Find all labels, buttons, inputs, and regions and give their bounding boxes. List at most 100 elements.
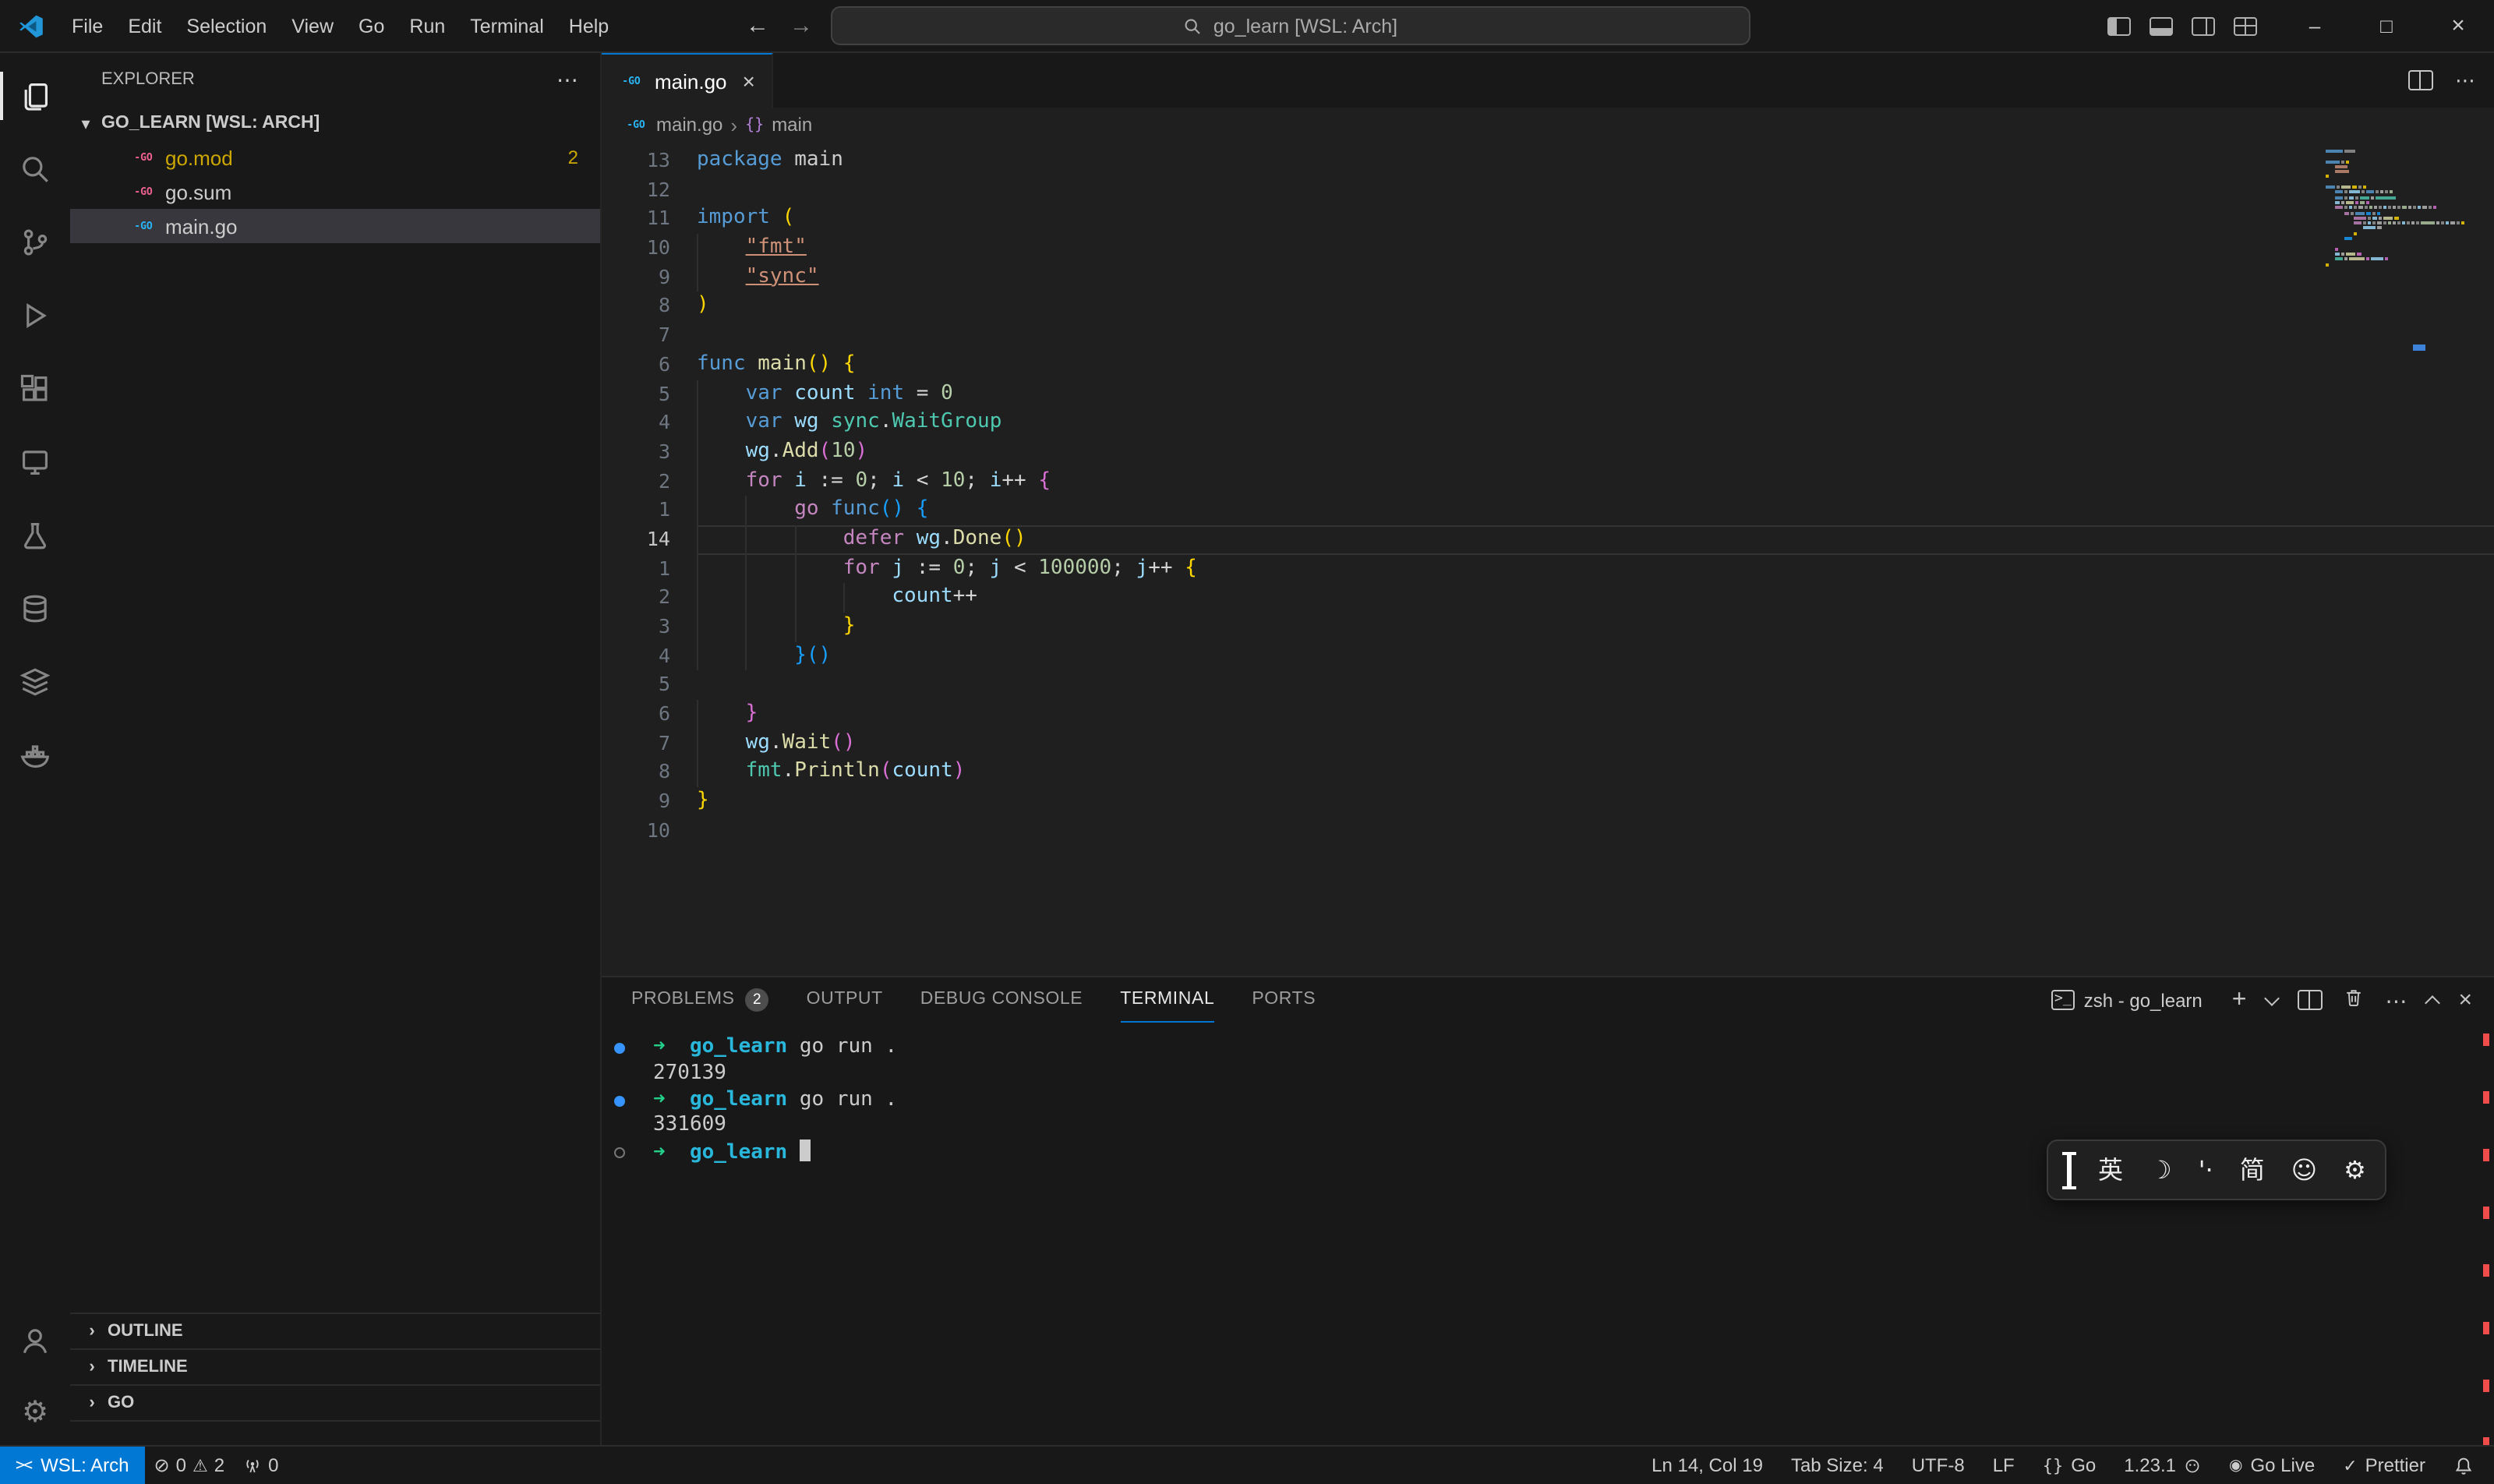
tab-main-go[interactable]: -GO main.go × [602,53,774,108]
tab-close-icon[interactable]: × [743,69,755,94]
terminal-dropdown-icon[interactable] [2265,990,2280,1005]
maximize-button[interactable]: □ [2351,0,2422,51]
search-sidebar-icon[interactable] [0,132,70,206]
customize-layout-icon[interactable] [2224,0,2266,51]
code-line[interactable]: 7wg.Wait() [602,730,2494,758]
cursor-position[interactable]: Ln 14, Col 19 [1644,1454,1771,1476]
code-line[interactable]: 12 [602,175,2494,204]
code-line[interactable]: 3} [602,613,2494,641]
forward-icon[interactable]: → [787,12,815,39]
back-icon[interactable]: ← [744,12,772,39]
panel-tab-debug-console[interactable]: DEBUG CONSOLE [920,977,1083,1023]
breadcrumb-file[interactable]: main.go [656,114,722,136]
code-line[interactable]: 14defer wg.Done() [602,525,2494,554]
code-line[interactable]: 1go func() { [602,496,2494,525]
encoding[interactable]: UTF-8 [1904,1454,1973,1476]
ime-emoji-icon[interactable]: ☺ [2291,1157,2317,1182]
command-center-search[interactable]: go_learn [WSL: Arch] [831,6,1750,45]
command-decoration-icon[interactable] [614,1043,625,1054]
command-decoration-icon[interactable] [614,1095,625,1106]
ime-fullwidth-icon[interactable]: ☽ [2150,1157,2172,1182]
sidebar-section-go[interactable]: ›GO [70,1384,600,1420]
sidebar-section-outline[interactable]: ›OUTLINE [70,1313,600,1348]
code-line[interactable]: 4}() [602,641,2494,670]
breadcrumb-symbol[interactable]: main [772,114,812,136]
source-control-icon[interactable] [0,206,70,279]
file-row-go.mod[interactable]: -GOgo.mod2 [70,140,600,175]
notifications-bell[interactable] [2446,1455,2482,1475]
kill-terminal-icon[interactable] [2343,987,2365,1013]
code-line[interactable]: 5var count int = 0 [602,380,2494,408]
sidebar-section-timeline[interactable]: ›TIMELINE [70,1348,600,1384]
code-line[interactable]: 8fmt.Println(count) [602,758,2494,787]
split-editor-icon[interactable] [2408,70,2433,90]
eol-sequence[interactable]: LF [1985,1454,2022,1476]
ime-lang-icon[interactable]: 英 [2098,1157,2123,1182]
workspace-root-folder[interactable]: ▾ GO_LEARN [WSL: ARCH] [70,106,600,140]
remote-indicator[interactable]: >< WSL: Arch [0,1447,144,1484]
new-terminal-icon[interactable]: + [2232,988,2247,1012]
code-line[interactable]: 2for i := 0; i < 10; i++ { [602,467,2494,496]
code-line[interactable]: 2count++ [602,584,2494,613]
indentation[interactable]: Tab Size: 4 [1783,1454,1892,1476]
layers-icon[interactable] [0,645,70,719]
code-line[interactable]: 8) [602,292,2494,321]
ports-status[interactable]: 0 [234,1447,288,1484]
command-pending-decoration-icon[interactable] [614,1147,625,1158]
code-line[interactable]: 10"fmt" [602,234,2494,263]
file-row-go.sum[interactable]: -GOgo.sum [70,175,600,209]
panel-tab-output[interactable]: OUTPUT [807,977,883,1023]
go-live[interactable]: ◉ Go Live [2221,1454,2323,1476]
remote-explorer-icon[interactable] [0,426,70,499]
code-line[interactable]: 9} [602,787,2494,816]
code-editor[interactable]: 13package main1211import (10"fmt"9"sync"… [602,142,2494,976]
code-line[interactable]: 6func main() { [602,351,2494,380]
panel-tab-terminal[interactable]: TERMINAL [1120,977,1214,1023]
split-terminal-icon[interactable] [2298,990,2323,1010]
code-line[interactable]: 5 [602,671,2494,700]
file-row-main.go[interactable]: -GOmain.go [70,209,600,243]
code-line[interactable]: 4var wg sync.WaitGroup [602,408,2494,437]
panel-tab-problems[interactable]: PROBLEMS2 [631,977,769,1023]
panel-tab-ports[interactable]: PORTS [1252,977,1316,1023]
ime-punctuation-icon[interactable]: '· [2199,1157,2213,1182]
docker-icon[interactable] [0,719,70,792]
line-number: 9 [602,263,697,292]
testing-icon[interactable] [0,499,70,572]
editor-more-actions-icon[interactable]: ⋯ [2455,68,2475,93]
code-line[interactable]: 10 [602,817,2494,846]
toggle-sidebar-icon[interactable] [2098,0,2140,51]
toggle-secondary-sidebar-icon[interactable] [2182,0,2224,51]
ime-settings-icon[interactable]: ⚙ [2344,1157,2366,1182]
go-version[interactable]: 1.23.1 [2116,1454,2209,1476]
code-line[interactable]: 11import ( [602,205,2494,234]
settings-gear-icon[interactable]: ⚙ [0,1378,70,1447]
ime-simplified-icon[interactable]: 简 [2240,1157,2265,1182]
code-line[interactable]: 13package main [602,147,2494,175]
extensions-icon[interactable] [0,352,70,426]
explorer-icon[interactable] [0,59,70,132]
code-line[interactable]: 6} [602,700,2494,729]
panel-tab-label: PROBLEMS [631,990,735,1009]
explorer-more-actions-icon[interactable]: ⋯ [556,66,578,93]
toggle-panel-icon[interactable] [2140,0,2182,51]
code-line[interactable]: 7 [602,321,2494,350]
formatter-status[interactable]: ✓ Prettier [2335,1454,2433,1476]
code-line-content: for i := 0; i < 10; i++ { [697,467,2494,496]
database-icon[interactable] [0,572,70,645]
maximize-panel-icon[interactable] [2425,995,2441,1010]
minimize-button[interactable]: – [2279,0,2351,51]
terminal-instance[interactable]: >_ zsh - go_learn [2051,989,2203,1011]
panel-more-actions-icon[interactable]: ⋯ [2385,989,2407,1011]
terminal-area[interactable]: ➜ go_learn go run .270139➜ go_learn go r… [602,1023,2494,1447]
code-line[interactable]: 1for j := 0; j < 100000; j++ { [602,554,2494,583]
minimap[interactable] [2326,150,2469,273]
code-line[interactable]: 9"sync" [602,263,2494,292]
code-line[interactable]: 3wg.Add(10) [602,438,2494,467]
accounts-icon[interactable] [0,1305,70,1378]
language-mode[interactable]: {} Go [2035,1454,2104,1476]
close-window-button[interactable]: × [2422,0,2494,51]
close-panel-icon[interactable]: × [2458,988,2472,1012]
problems-status[interactable]: ⊘ 0 ⚠ 2 [144,1447,234,1484]
run-debug-icon[interactable] [0,279,70,352]
